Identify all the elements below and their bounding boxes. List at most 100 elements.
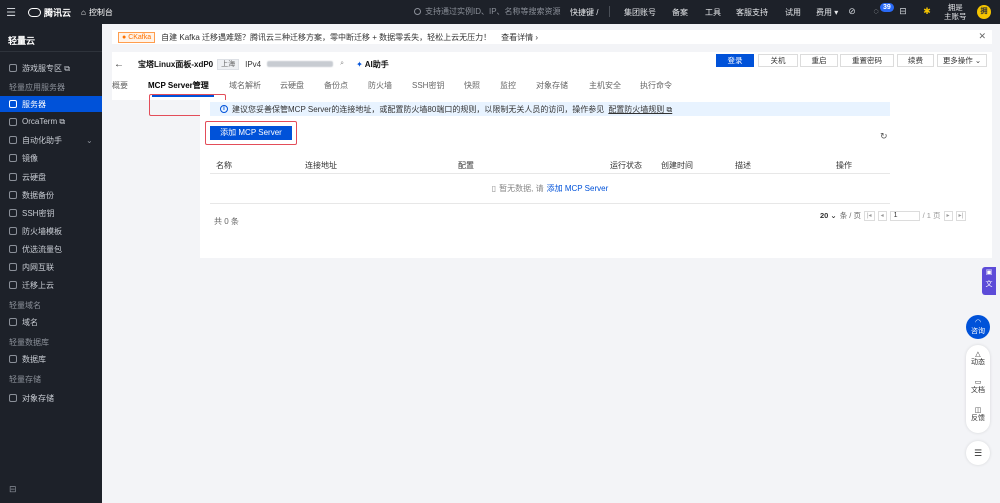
sidebar-item-disks[interactable]: 云硬盘 (0, 169, 102, 185)
sidebar-item-ssh-keys[interactable]: SSH密钥 (0, 205, 102, 221)
tab-disks[interactable]: 云硬盘 (280, 80, 304, 91)
tab-snapshots[interactable]: 快照 (464, 80, 480, 91)
search-placeholder: 支持通过实例ID、IP、名称等搜索资源 (425, 7, 561, 16)
add-mcp-server-button[interactable]: 添加 MCP Server (210, 126, 292, 140)
promo-text: 自建 Kafka 迁移遇难题？腾讯云三种迁移方案，零中断迁移 + 数据零丢失，轻… (161, 32, 492, 42)
firewall-rules-link[interactable]: 配置防火墙规则 ⧉ (608, 104, 672, 115)
disk-icon (9, 173, 17, 181)
consult-button[interactable]: ◠ 咨询 (966, 315, 990, 339)
ip-label: IPv4 (245, 59, 262, 69)
mail-icon[interactable]: ⊟ (897, 5, 909, 17)
list-menu-icon[interactable]: ☰ (966, 441, 990, 465)
top-bar: ☰ 腾讯云 ⌂ 控制台 支持通过实例ID、IP、名称等搜索资源 快捷键 / 集团… (0, 0, 1000, 24)
quick-tools-panel: △ 动态 ▭ 文档 ◫ 反馈 (966, 345, 990, 433)
terminal-icon (9, 118, 17, 126)
tab-ssh-keys[interactable]: SSH密钥 (412, 80, 444, 91)
docs-button[interactable]: ▭ 文档 (966, 379, 990, 395)
sidebar-title: 轻量云 (8, 36, 36, 46)
cloud-logo-icon (28, 7, 41, 17)
tab-object-storage[interactable]: 对象存储 (536, 80, 568, 91)
nav-billing[interactable]: 费用 ▾ (816, 7, 838, 18)
package-icon (9, 245, 17, 253)
database-icon (9, 355, 17, 363)
nav-trial[interactable]: 试用 (785, 7, 801, 18)
brand-logo[interactable]: 腾讯云 (28, 6, 71, 19)
shutdown-button[interactable]: 关机 (758, 54, 798, 67)
feedback-button[interactable]: ◫ 反馈 (966, 407, 990, 423)
tab-host-security[interactable]: 主机安全 (589, 80, 621, 91)
nav-icp[interactable]: 备案 (672, 7, 688, 18)
page-size-select[interactable]: 20 ⌄ (820, 211, 837, 220)
shortcut-hint[interactable]: 快捷键 / (570, 7, 598, 18)
global-search[interactable]: 支持通过实例ID、IP、名称等搜索资源 (414, 6, 561, 17)
nav-support[interactable]: 客服支持 (736, 7, 768, 18)
tab-run-command[interactable]: 执行命令 (640, 80, 672, 91)
sidebar-group-domain: 轻量域名 (9, 301, 41, 310)
nav-group-account[interactable]: 集团账号 (624, 7, 656, 18)
restart-button[interactable]: 重启 (800, 54, 838, 67)
ip-value-redacted (267, 61, 334, 67)
settings-icon[interactable]: ✱ (921, 5, 933, 17)
page-input[interactable]: 1 (889, 210, 920, 221)
chevron-down-icon: ⌄ (86, 135, 93, 145)
sidebar-item-intranet[interactable]: 内网互联 (0, 259, 102, 275)
sidebar-item-orcaterm[interactable]: OrcaTerm ⧉ (0, 114, 102, 130)
renew-button[interactable]: 续费 (897, 54, 934, 67)
key-icon (9, 209, 17, 217)
promo-link[interactable]: 查看详情 › (501, 32, 538, 43)
copy-icon[interactable]: ⌕ (340, 60, 344, 68)
tab-overview[interactable]: 概要 (112, 80, 128, 91)
user-menu[interactable]: 拥是 主账号 (944, 3, 967, 21)
sidebar-item-images[interactable]: 镜像 (0, 150, 102, 166)
sidebar-item-object-storage[interactable]: 对象存储 (0, 390, 102, 406)
user-name: 拥是 (947, 3, 963, 12)
refresh-icon[interactable]: ↻ (880, 131, 888, 142)
network-icon (9, 263, 17, 271)
server-icon (9, 100, 17, 108)
tab-mcp-server[interactable]: MCP Server管理 (148, 80, 209, 91)
notification-badge: 39 (880, 3, 894, 12)
column-status: 运行状态 (610, 161, 642, 170)
close-icon[interactable]: ✕ (978, 31, 986, 42)
sidebar-item-game-servers[interactable]: 游戏服专区 ⧉ (0, 60, 102, 76)
tab-bar: 概要 MCP Server管理 域名解析 云硬盘 备份点 防火墙 SSH密钥 快… (112, 75, 992, 116)
console-label: 控制台 (88, 7, 113, 17)
avatar[interactable]: 拥 (977, 5, 991, 19)
hamburger-menu-icon[interactable]: ☰ (0, 6, 22, 19)
sidebar-item-migration[interactable]: 迁移上云 (0, 277, 102, 293)
brand-name: 腾讯云 (44, 7, 72, 18)
login-button[interactable]: 登录 (716, 54, 754, 67)
sidebar-item-automation[interactable]: 自动化助手 ⌄ (0, 132, 102, 148)
collapse-sidebar-icon[interactable]: ⊟ (9, 484, 17, 495)
sidebar-item-database[interactable]: 数据库 (0, 351, 102, 367)
back-arrow-icon[interactable]: ← (114, 59, 124, 70)
sidebar-item-firewall-templates[interactable]: 防火墙模板 (0, 223, 102, 239)
empty-add-link[interactable]: 添加 MCP Server (547, 183, 609, 194)
table-header: 名称 连接地址 配置 运行状态 创建时间 描述 操作 (210, 156, 890, 174)
console-link[interactable]: ⌂ 控制台 (81, 7, 113, 18)
tab-monitoring[interactable]: 监控 (500, 80, 516, 91)
next-page-icon[interactable]: ▸ (943, 210, 953, 221)
sidebar-item-traffic-packages[interactable]: 优选流量包 (0, 241, 102, 257)
ai-assistant-button[interactable]: ✦ AI助手 (356, 59, 389, 70)
tab-firewall[interactable]: 防火墙 (368, 80, 392, 91)
sidebar-item-domains[interactable]: 域名 (0, 314, 102, 330)
prev-page-icon[interactable]: ◂ (877, 210, 887, 221)
total-count: 共 0 条 (214, 217, 239, 226)
tab-dns[interactable]: 域名解析 (229, 80, 261, 91)
sidebar-item-servers[interactable]: 服务器 (0, 96, 102, 112)
dynamic-button[interactable]: △ 动态 (966, 351, 990, 367)
help-icon[interactable]: ⊘ (846, 5, 858, 17)
feedback-icon: ◫ (974, 407, 982, 414)
promo-banner: ● CKafka 自建 Kafka 迁移遇难题？腾讯云三种迁移方案，零中断迁移 … (112, 30, 992, 44)
nav-tools[interactable]: 工具 (705, 7, 721, 18)
translate-icon: 文 (985, 281, 993, 288)
sidebar: 轻量云 游戏服专区 ⧉ 轻量应用服务器 服务器 OrcaTerm ⧉ 自动化助手… (0, 24, 102, 503)
tab-backup-points[interactable]: 备份点 (324, 80, 348, 91)
last-page-icon[interactable]: ▸| (955, 210, 967, 221)
reset-password-button[interactable]: 重置密码 (840, 54, 894, 67)
more-actions-button[interactable]: 更多操作 ⌄ (937, 54, 987, 67)
sidebar-item-backup[interactable]: 数据备份 (0, 187, 102, 203)
first-page-icon[interactable]: |◂ (863, 210, 875, 221)
assistant-tab[interactable]: ▣ 文 (982, 267, 996, 295)
